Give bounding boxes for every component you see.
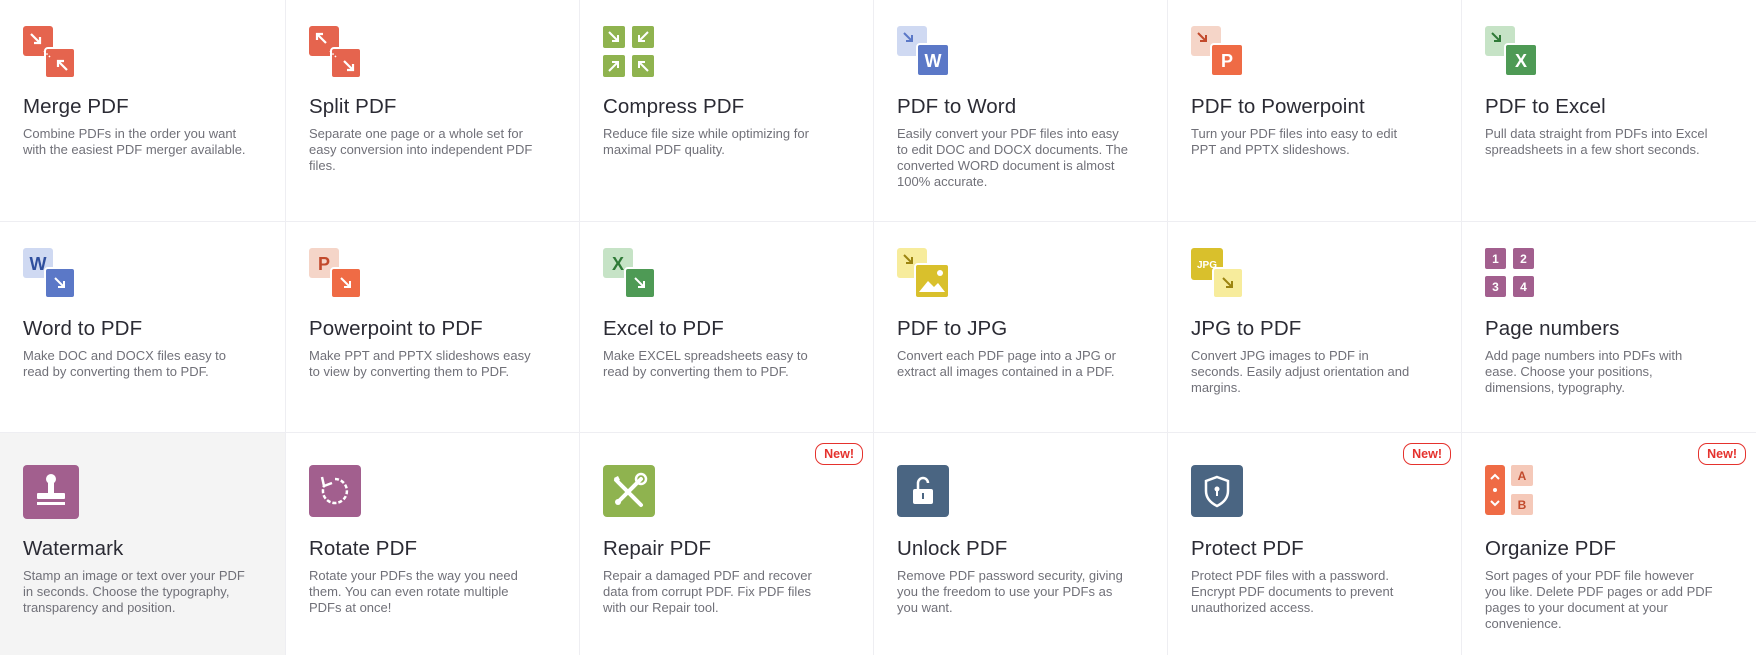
new-badge: New! xyxy=(1403,443,1451,465)
page-number-label: 1 xyxy=(1492,252,1499,266)
tool-rotate-pdf[interactable]: Rotate PDF Rotate your PDFs the way you … xyxy=(286,433,580,655)
tool-description: Combine PDFs in the order you want with … xyxy=(23,126,246,157)
tool-title: Powerpoint to PDF xyxy=(309,317,483,340)
word-to-pdf-icon: W xyxy=(23,248,75,300)
new-badge: New! xyxy=(1698,443,1746,465)
tool-description: Convert JPG images to PDF in seconds. Ea… xyxy=(1191,348,1410,395)
tool-title: PDF to Excel xyxy=(1485,95,1606,118)
tool-word-to-pdf[interactable]: W Word to PDF Make DOC and DOCX files ea… xyxy=(0,222,286,433)
tool-title: Organize PDF xyxy=(1485,537,1617,560)
new-badge: New! xyxy=(815,443,863,465)
watermark-icon xyxy=(23,465,79,519)
pdf-to-powerpoint-icon: P xyxy=(1191,26,1243,78)
tool-description: Make DOC and DOCX files easy to read by … xyxy=(23,348,227,379)
tool-title: PDF to Powerpoint xyxy=(1191,95,1365,118)
tool-title: Protect PDF xyxy=(1191,537,1304,560)
tool-split-pdf[interactable]: Split PDF Separate one page or a whole s… xyxy=(286,0,580,222)
excel-to-pdf-icon: X xyxy=(603,248,655,300)
tool-compress-pdf[interactable]: Compress PDF Reduce file size while opti… xyxy=(580,0,874,222)
tool-title: Word to PDF xyxy=(23,317,143,340)
tool-description: Convert each PDF page into a JPG or extr… xyxy=(897,348,1116,379)
page-number-label: 2 xyxy=(1520,252,1527,266)
tool-title: Compress PDF xyxy=(603,95,745,118)
jpg-to-pdf-icon: JPG xyxy=(1191,248,1243,300)
excel-letter: X xyxy=(612,254,624,274)
pdf-to-word-icon: W xyxy=(897,26,949,78)
protect-pdf-icon xyxy=(1191,465,1243,517)
tool-title: Page numbers xyxy=(1485,317,1620,340)
tool-title: JPG to PDF xyxy=(1191,317,1302,340)
tool-description: Make EXCEL spreadsheets easy to read by … xyxy=(603,348,808,379)
tool-description: Protect PDF files with a password. Encry… xyxy=(1191,568,1394,615)
tool-excel-to-pdf[interactable]: X Excel to PDF Make EXCEL spreadsheets e… xyxy=(580,222,874,433)
tool-description: Reduce file size while optimizing for ma… xyxy=(603,126,809,157)
tool-description: Separate one page or a whole set for eas… xyxy=(309,126,533,173)
tool-title: Repair PDF xyxy=(603,537,712,560)
tool-description: Stamp an image or text over your PDF in … xyxy=(23,568,245,615)
page-letter-label: B xyxy=(1518,498,1527,512)
unlock-pdf-icon xyxy=(897,465,949,517)
tool-title: Rotate PDF xyxy=(309,537,418,560)
page-number-label: 4 xyxy=(1520,280,1527,294)
tool-title: Unlock PDF xyxy=(897,537,1008,560)
tool-jpg-to-pdf[interactable]: JPG JPG to PDF Convert JPG images to PDF… xyxy=(1168,222,1462,433)
tool-merge-pdf[interactable]: Merge PDF Combine PDFs in the order you … xyxy=(0,0,286,222)
tool-description: Make PPT and PPTX slideshows easy to vie… xyxy=(309,348,531,379)
powerpoint-letter: P xyxy=(1221,51,1233,71)
tool-protect-pdf[interactable]: New! Protect PDF Protect PDF files with … xyxy=(1168,433,1462,655)
word-letter: W xyxy=(925,51,942,71)
pdf-to-excel-icon: X xyxy=(1485,26,1537,78)
tool-title: PDF to Word xyxy=(897,95,1017,118)
organize-pdf-icon: A B xyxy=(1485,465,1537,517)
tool-title: Watermark xyxy=(23,537,124,560)
tool-pdf-to-excel[interactable]: X PDF to Excel Pull data straight from P… xyxy=(1462,0,1756,222)
tool-repair-pdf[interactable]: New! Repair PDF Repair a damaged PDF and… xyxy=(580,433,874,655)
tools-grid: Merge PDF Combine PDFs in the order you … xyxy=(0,0,1756,655)
rotate-pdf-icon xyxy=(309,465,361,517)
powerpoint-letter: P xyxy=(318,254,330,274)
tool-description: Add page numbers into PDFs with ease. Ch… xyxy=(1485,348,1683,395)
tool-description: Rotate your PDFs the way you need them. … xyxy=(309,568,518,615)
tool-description: Sort pages of your PDF file however you … xyxy=(1485,568,1713,631)
tool-description: Turn your PDF files into easy to edit PP… xyxy=(1191,126,1398,157)
repair-pdf-icon xyxy=(603,465,655,517)
merge-pdf-icon xyxy=(23,26,75,78)
pdf-to-jpg-icon xyxy=(897,248,949,300)
tool-unlock-pdf[interactable]: Unlock PDF Remove PDF password security,… xyxy=(874,433,1168,655)
powerpoint-to-pdf-icon: P xyxy=(309,248,361,300)
tool-organize-pdf[interactable]: New! A B Organize PDF Sort pages of your… xyxy=(1462,433,1756,655)
tool-title: Excel to PDF xyxy=(603,317,724,340)
excel-letter: X xyxy=(1515,51,1527,71)
tool-description: Pull data straight from PDFs into Excel … xyxy=(1485,126,1708,157)
word-letter: W xyxy=(30,254,47,274)
tool-description: Repair a damaged PDF and recover data fr… xyxy=(603,568,812,615)
tool-title: Merge PDF xyxy=(23,95,129,118)
tool-powerpoint-to-pdf[interactable]: P Powerpoint to PDF Make PPT and PPTX sl… xyxy=(286,222,580,433)
tool-pdf-to-jpg[interactable]: PDF to JPG Convert each PDF page into a … xyxy=(874,222,1168,433)
tool-title: Split PDF xyxy=(309,95,397,118)
tool-pdf-to-powerpoint[interactable]: P PDF to Powerpoint Turn your PDF files … xyxy=(1168,0,1462,222)
tool-description: Easily convert your PDF files into easy … xyxy=(897,126,1128,189)
tool-watermark[interactable]: Watermark Stamp an image or text over yo… xyxy=(0,433,286,655)
tool-title: PDF to JPG xyxy=(897,317,1008,340)
compress-pdf-icon xyxy=(603,26,655,78)
page-numbers-icon: 1 2 3 4 xyxy=(1485,248,1537,300)
tool-pdf-to-word[interactable]: W PDF to Word Easily convert your PDF fi… xyxy=(874,0,1168,222)
tool-description: Remove PDF password security, giving you… xyxy=(897,568,1123,615)
page-number-label: 3 xyxy=(1492,280,1499,294)
tool-page-numbers[interactable]: 1 2 3 4 Page numbers Add page numbers in… xyxy=(1462,222,1756,433)
page-letter-label: A xyxy=(1518,469,1527,483)
split-pdf-icon xyxy=(309,26,361,78)
